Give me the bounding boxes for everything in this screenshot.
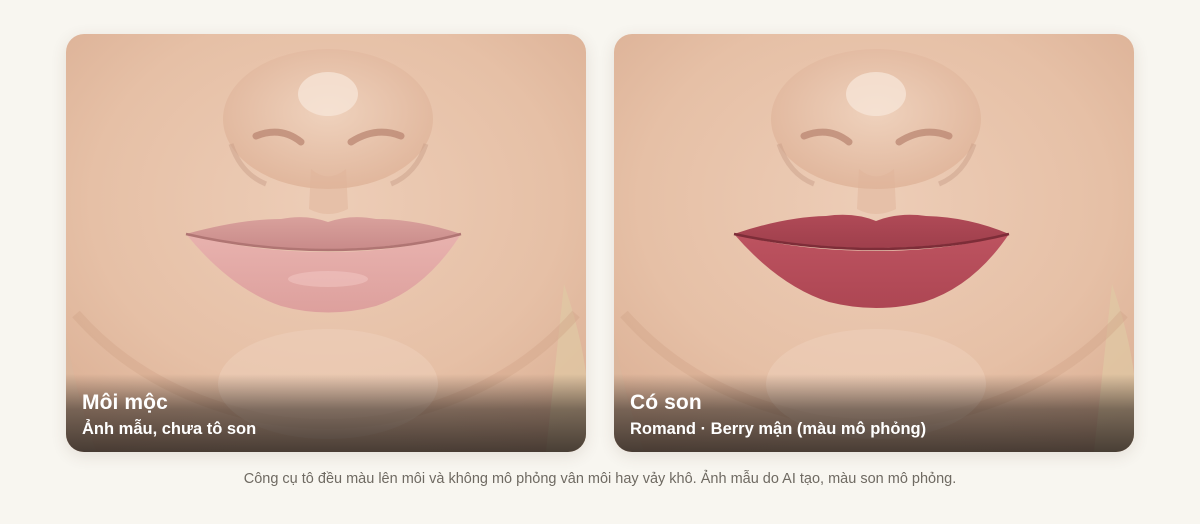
disclaimer-footnote: Công cụ tô đều màu lên môi và không mô p… — [243, 471, 957, 487]
before-subtitle: Ảnh mẫu, chưa tô son — [82, 420, 257, 438]
before-title: Môi mộc — [82, 391, 168, 414]
after-photo-card: Có son Romand · Berry mận (màu mô phỏng) — [614, 34, 1134, 452]
after-subtitle: Romand · Berry mận (màu mô phỏng) — [630, 420, 927, 438]
after-title: Có son — [630, 391, 702, 414]
before-photo-card: Môi mộc Ảnh mẫu, chưa tô son — [66, 34, 586, 452]
comparison-cards: Môi mộc Ảnh mẫu, chưa tô son Có son Roma… — [66, 34, 1134, 452]
